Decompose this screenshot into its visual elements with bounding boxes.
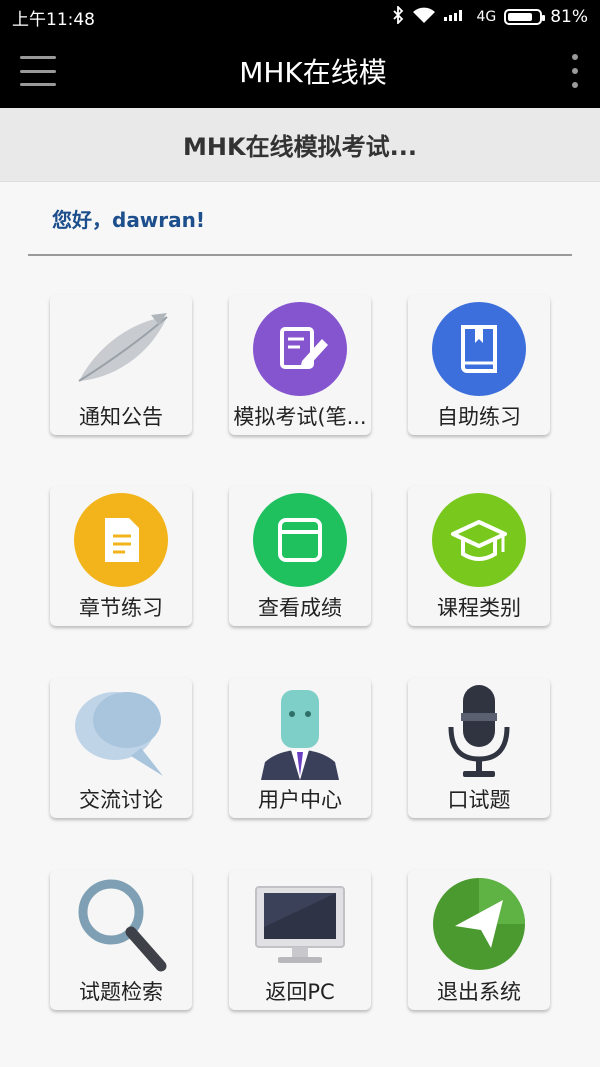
signal-icon (444, 7, 468, 28)
app-title: MHK在线模 (239, 56, 387, 89)
more-options-icon[interactable] (570, 54, 580, 88)
tile-oral-exam[interactable]: 口试题 (408, 678, 550, 818)
tile-label: 自助练习 (437, 405, 521, 429)
tile-label: 章节练习 (79, 596, 163, 620)
status-indicators: 4G 81% (392, 4, 588, 29)
monitor-icon (250, 874, 350, 974)
tile-label: 通知公告 (79, 405, 163, 429)
battery-percent: 81% (550, 7, 588, 27)
tile-label: 退出系统 (437, 980, 521, 1004)
exit-arrow-icon (429, 874, 529, 974)
user-avatar-icon (250, 682, 350, 782)
folder-icon (250, 490, 350, 590)
tile-notice[interactable]: 通知公告 (50, 295, 192, 435)
tile-chapter-practice[interactable]: 章节练习 (50, 486, 192, 626)
tile-view-scores[interactable]: 查看成绩 (229, 486, 371, 626)
document-icon (71, 490, 171, 590)
status-time: 上午11:48 (12, 9, 95, 30)
feather-icon (71, 299, 171, 399)
edit-note-icon (250, 299, 350, 399)
tile-label: 口试题 (447, 788, 511, 812)
tile-back-to-pc[interactable]: 返回PC (229, 870, 371, 1010)
tile-question-search[interactable]: 试题检索 (50, 870, 192, 1010)
tile-mock-exam[interactable]: 模拟考试(笔... (229, 295, 371, 435)
status-bar: 上午11:48 4G 81% (0, 0, 600, 34)
greeting-text: 您好，dawran! (52, 207, 206, 232)
book-icon (429, 299, 529, 399)
tile-label: 返回PC (265, 980, 335, 1004)
tile-label: 用户中心 (258, 788, 342, 812)
divider (28, 254, 572, 256)
menu-icon[interactable] (20, 56, 56, 86)
bluetooth-icon (392, 4, 404, 29)
tile-label: 模拟考试(笔... (233, 405, 367, 429)
tile-label: 查看成绩 (258, 596, 342, 620)
tile-label: 课程类别 (437, 596, 521, 620)
battery-icon (504, 9, 546, 25)
tile-self-practice[interactable]: 自助练习 (408, 295, 550, 435)
magnifier-icon (71, 874, 171, 974)
app-bar: MHK在线模 (0, 34, 600, 108)
tile-user-center[interactable]: 用户中心 (229, 678, 371, 818)
page-title: MHK在线模拟考试... (0, 108, 600, 182)
tile-course-category[interactable]: 课程类别 (408, 486, 550, 626)
graduation-cap-icon (429, 490, 529, 590)
network-type: 4G (476, 9, 497, 25)
chat-bubbles-icon (71, 682, 171, 782)
microphone-icon (429, 682, 529, 782)
tile-label: 交流讨论 (79, 788, 163, 812)
wifi-icon (412, 6, 436, 29)
tile-exit-system[interactable]: 退出系统 (408, 870, 550, 1010)
tile-label: 试题检索 (79, 980, 163, 1004)
tile-discussion[interactable]: 交流讨论 (50, 678, 192, 818)
